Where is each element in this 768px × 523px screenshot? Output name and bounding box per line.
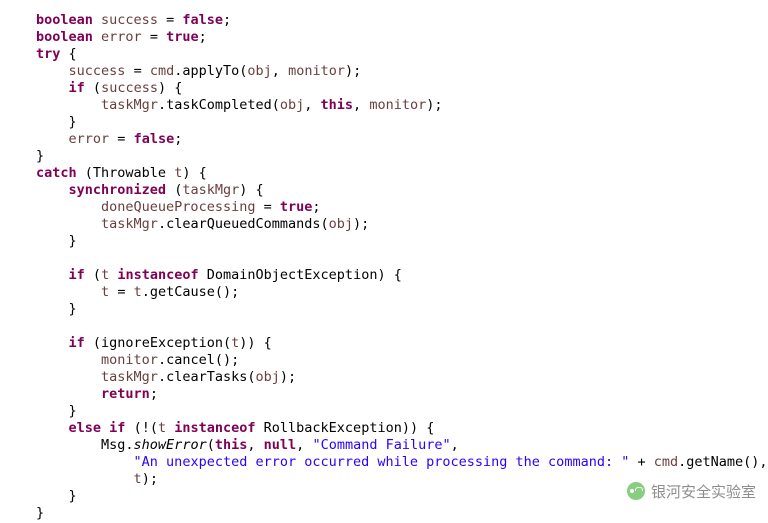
wechat-icon — [627, 482, 645, 500]
kw-boolean: boolean — [36, 12, 93, 28]
watermark: 银河安全实验室 — [627, 482, 756, 501]
code-block: boolean success = false; boolean error =… — [0, 0, 768, 522]
